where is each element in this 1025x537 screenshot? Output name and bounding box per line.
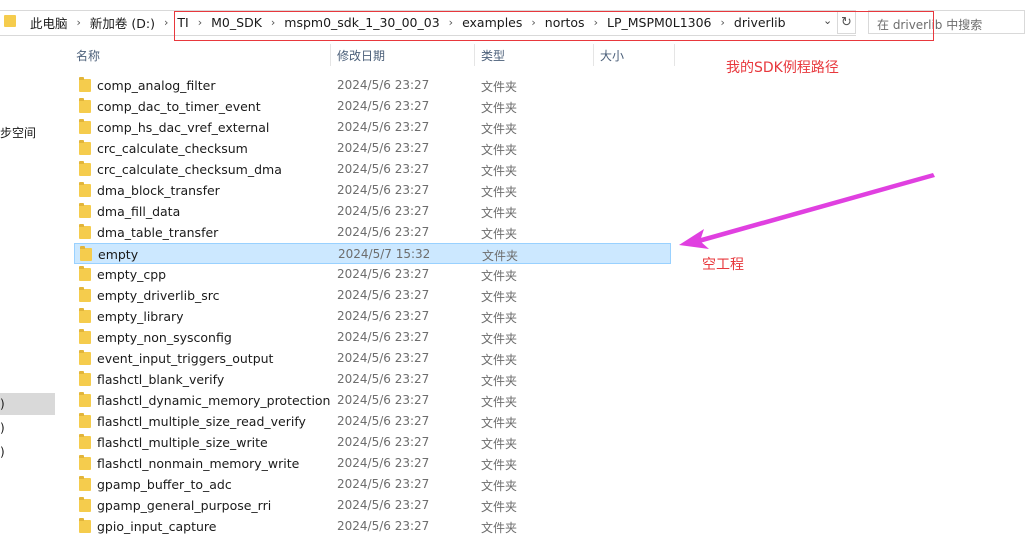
arrow-shaft	[697, 173, 935, 243]
annotation-arrow	[679, 173, 935, 249]
